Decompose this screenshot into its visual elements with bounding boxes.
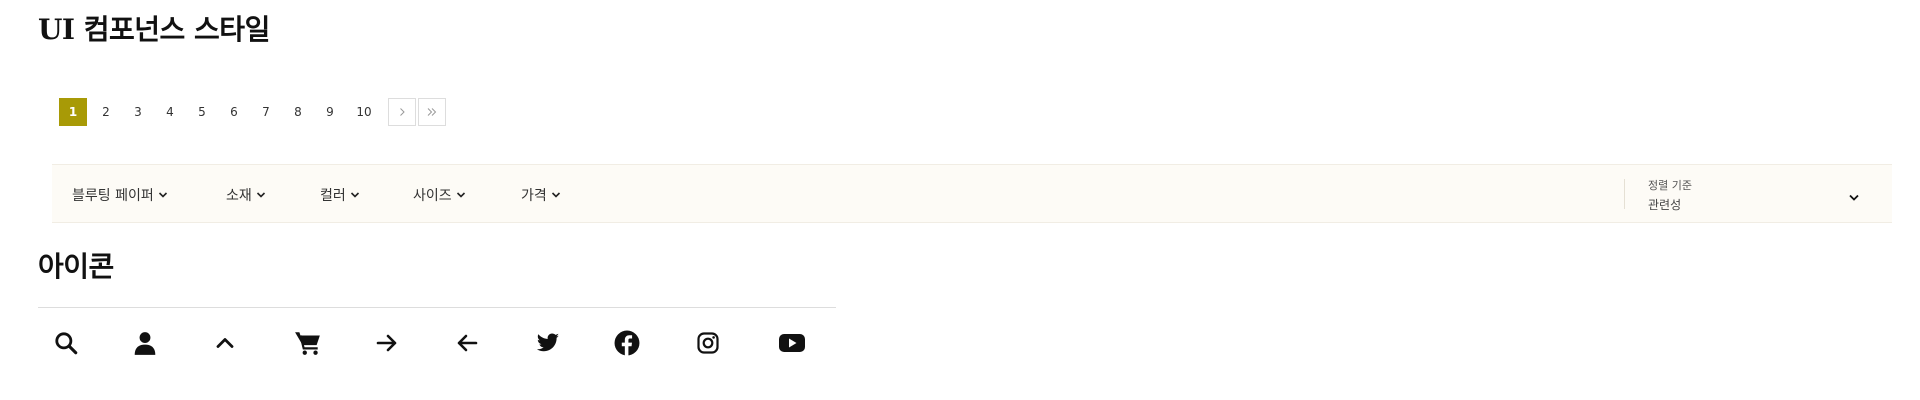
arrow-right-icon[interactable]: [372, 328, 402, 358]
filter-label: 가격: [521, 187, 547, 204]
page-1-button[interactable]: 1: [59, 98, 87, 126]
page-4-button[interactable]: 4: [156, 98, 184, 126]
sort-divider: [1624, 179, 1625, 209]
filter-price[interactable]: 가격: [521, 165, 561, 224]
page-2-button[interactable]: 2: [92, 98, 120, 126]
chevron-up-icon[interactable]: [210, 328, 240, 358]
sort-value: 관련성: [1648, 198, 1682, 212]
chevron-right-icon: [400, 108, 405, 116]
next-page-button[interactable]: [388, 98, 416, 126]
page-6-button[interactable]: 6: [220, 98, 248, 126]
page-3-button[interactable]: 3: [124, 98, 152, 126]
youtube-icon[interactable]: [777, 328, 807, 358]
chevron-down-icon: [350, 191, 360, 199]
chevron-down-icon: [256, 191, 266, 199]
page-5-button[interactable]: 5: [188, 98, 216, 126]
filter-color[interactable]: 컬러: [320, 165, 360, 224]
filter-size[interactable]: 사이즈: [413, 165, 466, 224]
filter-material[interactable]: 소재: [226, 165, 266, 224]
icons-title: 아이콘: [38, 250, 114, 283]
filter-paper-type[interactable]: 블루팅 페이퍼: [72, 165, 168, 224]
last-page-button[interactable]: [418, 98, 446, 126]
arrow-left-icon[interactable]: [452, 328, 482, 358]
sort-label: 정렬 기준: [1648, 179, 1692, 192]
filter-label: 컬러: [320, 187, 346, 204]
chevron-down-icon: [158, 191, 168, 199]
page-8-button[interactable]: 8: [284, 98, 312, 126]
chevron-down-icon: [456, 191, 466, 199]
cart-icon[interactable]: [293, 328, 323, 358]
page-7-button[interactable]: 7: [252, 98, 280, 126]
sort-select[interactable]: 정렬 기준 관련성: [1648, 177, 1868, 213]
filter-label: 블루팅 페이퍼: [72, 187, 154, 204]
facebook-icon[interactable]: [612, 328, 642, 358]
twitter-icon[interactable]: [533, 328, 563, 358]
filter-label: 소재: [226, 187, 252, 204]
page-10-button[interactable]: 10: [348, 98, 380, 126]
search-icon[interactable]: [51, 328, 81, 358]
filter-label: 사이즈: [413, 187, 452, 204]
instagram-icon[interactable]: [693, 328, 723, 358]
chevron-down-icon: [551, 191, 561, 199]
double-chevron-right-icon: [427, 108, 437, 116]
filter-bar: 블루팅 페이퍼 소재 컬러 사이즈 가격 정렬 기준 관련성: [52, 164, 1892, 223]
ui-components-title: UI 컴포넌스 스타일: [38, 13, 270, 46]
page-9-button[interactable]: 9: [316, 98, 344, 126]
chevron-down-icon: [1848, 187, 1860, 206]
user-icon[interactable]: [130, 328, 160, 358]
icons-divider: [38, 307, 836, 308]
pagination: 1 2 3 4 5 6 7 8 9 10: [59, 98, 448, 126]
